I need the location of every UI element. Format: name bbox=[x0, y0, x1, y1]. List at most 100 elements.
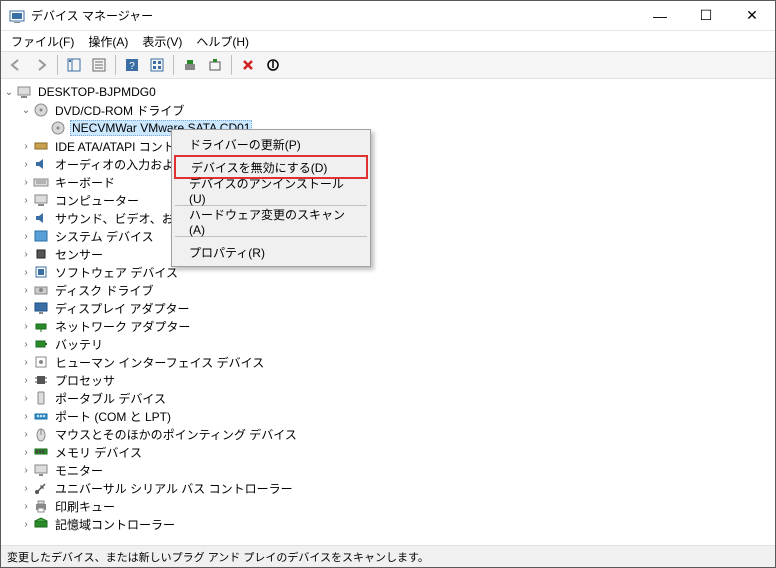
tree-category-software[interactable]: ›ソフトウェア デバイス bbox=[20, 263, 773, 281]
usb-icon bbox=[33, 480, 49, 496]
window-title: デバイス マネージャー bbox=[31, 7, 637, 24]
system-icon bbox=[33, 228, 49, 244]
disable-button[interactable] bbox=[262, 54, 284, 76]
expand-icon[interactable]: › bbox=[20, 266, 32, 278]
statusbar: 変更したデバイス、または新しいプラグ アンド プレイのデバイスをスキャンします。 bbox=[1, 545, 775, 567]
expand-icon[interactable]: › bbox=[20, 338, 32, 350]
expand-icon[interactable]: › bbox=[20, 464, 32, 476]
collapse-icon[interactable]: ⌄ bbox=[3, 86, 15, 98]
hid-icon bbox=[33, 354, 49, 370]
disk-icon bbox=[33, 282, 49, 298]
tree-category-ports[interactable]: ›ポート (COM と LPT) bbox=[20, 407, 773, 425]
expand-icon[interactable]: › bbox=[20, 518, 32, 530]
expand-icon[interactable]: › bbox=[20, 356, 32, 368]
storage-icon bbox=[33, 516, 49, 532]
tree-category-storage[interactable]: ›記憶域コントローラー bbox=[20, 515, 773, 533]
view-options-button[interactable] bbox=[146, 54, 168, 76]
tree-category-portable[interactable]: ›ポータブル デバイス bbox=[20, 389, 773, 407]
show-hide-tree-button[interactable] bbox=[63, 54, 85, 76]
titlebar: デバイス マネージャー — ☐ ✕ bbox=[1, 1, 775, 31]
tree-root[interactable]: ⌄ DESKTOP-BJPMDG0 bbox=[3, 83, 773, 101]
network-icon bbox=[33, 318, 49, 334]
computer-icon bbox=[33, 192, 49, 208]
tree-category-ide[interactable]: ›IDE ATA/ATAPI コントローラー bbox=[20, 137, 773, 155]
tree-category-sysdev[interactable]: ›システム デバイス bbox=[20, 227, 773, 245]
update-driver-button[interactable] bbox=[179, 54, 201, 76]
sensor-icon bbox=[33, 246, 49, 262]
ide-icon bbox=[33, 138, 49, 154]
tree-category-mouse[interactable]: ›マウスとそのほかのポインティング デバイス bbox=[20, 425, 773, 443]
expand-icon[interactable]: › bbox=[20, 446, 32, 458]
tree-category-display[interactable]: ›ディスプレイ アダプター bbox=[20, 299, 773, 317]
menu-help[interactable]: ヘルプ(H) bbox=[190, 32, 255, 51]
back-button[interactable] bbox=[5, 54, 27, 76]
port-icon bbox=[33, 408, 49, 424]
minimize-button[interactable]: — bbox=[637, 1, 683, 30]
monitor-icon bbox=[33, 462, 49, 478]
tree-category-computer[interactable]: ›コンピューター bbox=[20, 191, 773, 209]
expand-icon[interactable]: › bbox=[20, 374, 32, 386]
menu-action[interactable]: 操作(A) bbox=[82, 32, 134, 51]
expand-icon[interactable]: › bbox=[20, 212, 32, 224]
toolbar: ? bbox=[1, 51, 775, 79]
expand-icon[interactable]: › bbox=[20, 482, 32, 494]
expand-icon[interactable]: › bbox=[20, 230, 32, 242]
tree-category-monitor[interactable]: ›モニター bbox=[20, 461, 773, 479]
expand-icon[interactable]: › bbox=[20, 284, 32, 296]
disc-drive-icon bbox=[50, 120, 66, 136]
forward-button[interactable] bbox=[30, 54, 52, 76]
battery-icon bbox=[33, 336, 49, 352]
menu-view[interactable]: 表示(V) bbox=[136, 32, 188, 51]
ctx-update-driver[interactable]: ドライバーの更新(P) bbox=[174, 132, 368, 156]
display-icon bbox=[33, 300, 49, 316]
expand-icon[interactable]: › bbox=[20, 392, 32, 404]
status-text: 変更したデバイス、または新しいプラグ アンド プレイのデバイスをスキャンします。 bbox=[7, 549, 429, 565]
scan-hardware-button[interactable] bbox=[204, 54, 226, 76]
expand-icon[interactable]: › bbox=[20, 320, 32, 332]
help-button[interactable]: ? bbox=[121, 54, 143, 76]
uninstall-button[interactable] bbox=[237, 54, 259, 76]
expand-icon[interactable]: › bbox=[20, 176, 32, 188]
expand-icon[interactable]: › bbox=[20, 302, 32, 314]
expand-icon[interactable]: › bbox=[20, 500, 32, 512]
audio-icon bbox=[33, 210, 49, 226]
disc-drive-icon bbox=[33, 102, 49, 118]
expand-icon[interactable]: › bbox=[20, 428, 32, 440]
keyboard-icon bbox=[33, 174, 49, 190]
expand-icon[interactable]: › bbox=[20, 248, 32, 260]
tree-category-keyboard[interactable]: ›キーボード bbox=[20, 173, 773, 191]
audio-icon bbox=[33, 156, 49, 172]
computer-icon bbox=[16, 84, 32, 100]
tree-category-audio[interactable]: ›オーディオの入力および出力 bbox=[20, 155, 773, 173]
ctx-uninstall-device[interactable]: デバイスのアンインストール(U) bbox=[174, 178, 368, 202]
tree-category-processor[interactable]: ›プロセッサ bbox=[20, 371, 773, 389]
tree-category-network[interactable]: ›ネットワーク アダプター bbox=[20, 317, 773, 335]
tree-device-dvd-selected[interactable]: NECVMWar VMware SATA CD01 bbox=[37, 119, 773, 137]
properties-button[interactable] bbox=[88, 54, 110, 76]
tree-category-hid[interactable]: ›ヒューマン インターフェイス デバイス bbox=[20, 353, 773, 371]
window-frame: デバイス マネージャー — ☐ ✕ ファイル(F) 操作(A) 表示(V) ヘル… bbox=[0, 0, 776, 568]
maximize-button[interactable]: ☐ bbox=[683, 1, 729, 30]
expand-icon[interactable]: › bbox=[20, 158, 32, 170]
expand-icon[interactable]: › bbox=[20, 194, 32, 206]
collapse-icon[interactable]: ⌄ bbox=[20, 104, 32, 116]
tree-category-battery[interactable]: ›バッテリ bbox=[20, 335, 773, 353]
menubar: ファイル(F) 操作(A) 表示(V) ヘルプ(H) bbox=[1, 31, 775, 51]
tree-category-disk[interactable]: ›ディスク ドライブ bbox=[20, 281, 773, 299]
expand-icon[interactable]: › bbox=[20, 410, 32, 422]
tree-category-dvd[interactable]: ⌄ DVD/CD-ROM ドライブ bbox=[20, 101, 773, 119]
close-button[interactable]: ✕ bbox=[729, 1, 775, 30]
ctx-scan-hardware[interactable]: ハードウェア変更のスキャン(A) bbox=[174, 209, 368, 233]
tree-category-memory[interactable]: ›メモリ デバイス bbox=[20, 443, 773, 461]
tree-pane[interactable]: ⌄ DESKTOP-BJPMDG0 ⌄ DVD/CD-ROM ドライブ bbox=[1, 79, 775, 545]
tree-category-usb[interactable]: ›ユニバーサル シリアル バス コントローラー bbox=[20, 479, 773, 497]
expand-icon[interactable]: › bbox=[20, 140, 32, 152]
tree-category-printq[interactable]: ›印刷キュー bbox=[20, 497, 773, 515]
printer-icon bbox=[33, 498, 49, 514]
memory-icon bbox=[33, 444, 49, 460]
tree-category-sensor[interactable]: ›センサー bbox=[20, 245, 773, 263]
tree-category-svc[interactable]: ›サウンド、ビデオ、およびゲーム コントローラー bbox=[20, 209, 773, 227]
context-menu: ドライバーの更新(P) デバイスを無効にする(D) デバイスのアンインストール(… bbox=[171, 129, 371, 267]
ctx-properties[interactable]: プロパティ(R) bbox=[174, 240, 368, 264]
menu-file[interactable]: ファイル(F) bbox=[5, 32, 80, 51]
